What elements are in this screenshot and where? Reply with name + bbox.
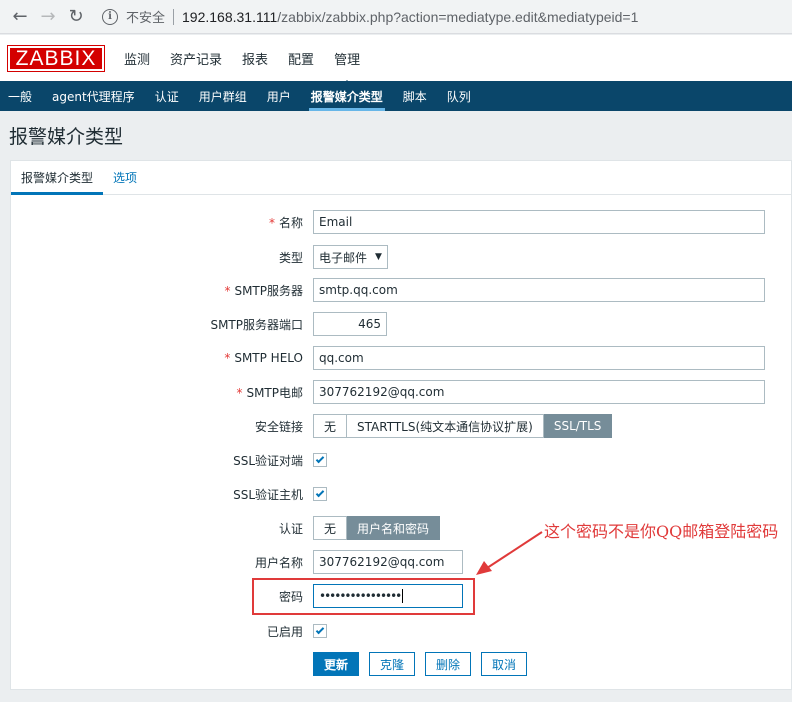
row-security: 安全链接 无 STARTTLS(纯文本通信协议扩展) SSL/TLS	[11, 414, 791, 438]
url-text[interactable]: 192.168.31.111/zabbix/zabbix.php?action=…	[182, 9, 638, 25]
smtp-helo-label-text: SMTP HELO	[234, 351, 303, 365]
type-select-value: 电子邮件	[319, 250, 368, 265]
submenu-proxies[interactable]: agent代理程序	[42, 81, 145, 111]
smtp-email-label: * SMTP电邮	[236, 384, 303, 401]
submenu-user-groups[interactable]: 用户群组	[189, 81, 257, 111]
sub-menu: 一般 agent代理程序 认证 用户群组 用户 报警媒介类型 脚本 队列	[0, 81, 792, 111]
insecure-label: 不安全	[126, 11, 166, 26]
menu-monitoring[interactable]: 监测	[124, 49, 150, 74]
row-type: 类型 电子邮件 ▼	[11, 245, 791, 269]
zabbix-logo[interactable]: ZABBIX	[7, 45, 105, 72]
password-highlight-box	[252, 578, 475, 615]
annotation-arrow-icon	[476, 531, 543, 575]
dropdown-arrow-icon: ▼	[375, 252, 382, 262]
security-label: 安全链接	[254, 419, 303, 434]
smtp-server-label-text: SMTP服务器	[234, 283, 303, 298]
name-label: * 名称	[269, 214, 303, 231]
smtp-helo-input[interactable]: qq.com	[313, 346, 765, 370]
username-label: 用户名称	[254, 555, 303, 570]
checkmark-icon	[315, 488, 325, 498]
smtp-email-input[interactable]: 307762192@qq.com	[313, 380, 765, 404]
name-input[interactable]: Email	[313, 210, 765, 234]
ssl-verify-host-label: SSL验证主机	[233, 487, 303, 502]
menu-administration[interactable]: 管理	[334, 49, 360, 86]
name-label-text: 名称	[278, 215, 303, 230]
submenu-scripts[interactable]: 脚本	[393, 81, 437, 111]
address-bar[interactable]: i 不安全 192.168.31.111/zabbix/zabbix.php?a…	[98, 2, 786, 31]
update-button[interactable]: 更新	[313, 652, 360, 676]
submenu-authentication[interactable]: 认证	[145, 81, 189, 111]
smtp-email-label-text: SMTP电邮	[246, 385, 303, 400]
ssl-verify-peer-label: SSL验证对端	[233, 453, 303, 468]
submenu-queue[interactable]: 队列	[437, 81, 481, 111]
row-smtp-server: * SMTP服务器 smtp.qq.com	[11, 278, 791, 302]
required-marker: *	[224, 351, 231, 365]
type-label: 类型	[278, 250, 303, 265]
row-smtp-email: * SMTP电邮 307762192@qq.com	[11, 380, 791, 404]
tab-options[interactable]: 选项	[103, 169, 147, 194]
row-enabled: 已启用	[11, 623, 791, 639]
auth-segmented-control: 无 用户名和密码	[313, 516, 441, 540]
type-select[interactable]: 电子邮件 ▼	[313, 245, 388, 269]
tab-media-type[interactable]: 报警媒介类型	[11, 169, 104, 195]
smtp-port-input[interactable]: 465	[313, 312, 387, 336]
required-marker: *	[224, 283, 231, 298]
forward-arrow-icon[interactable]: →	[34, 3, 62, 31]
annotation-text: 这个密码不是你QQ邮箱登陆密码	[544, 522, 779, 541]
zabbix-header: ZABBIX 监测 资产记录 报表 配置 管理	[0, 35, 792, 86]
smtp-server-input[interactable]: smtp.qq.com	[313, 278, 765, 302]
required-marker: *	[268, 215, 275, 230]
security-segmented-control: 无 STARTTLS(纯文本通信协议扩展) SSL/TLS	[313, 414, 613, 438]
auth-label: 认证	[278, 521, 303, 536]
ssl-verify-host-checkbox[interactable]	[313, 487, 327, 501]
row-name: * 名称 Email	[11, 210, 791, 234]
cancel-button[interactable]: 取消	[481, 652, 528, 676]
submenu-general[interactable]: 一般	[0, 81, 42, 111]
row-smtp-port: SMTP服务器端口 465	[11, 312, 791, 336]
main-menu: 监测 资产记录 报表 配置 管理	[124, 49, 380, 86]
back-arrow-icon[interactable]: ←	[6, 3, 34, 31]
smtp-port-label: SMTP服务器端口	[210, 317, 303, 332]
reload-icon[interactable]: ↻	[62, 3, 90, 31]
row-ssl-verify-peer: SSL验证对端	[11, 452, 791, 468]
url-path: /zabbix/zabbix.php?action=mediatype.edit…	[277, 8, 639, 25]
address-separator	[173, 8, 175, 25]
smtp-server-label: * SMTP服务器	[224, 282, 303, 299]
username-input[interactable]: 307762192@qq.com	[313, 550, 463, 574]
menu-reports[interactable]: 报表	[242, 49, 268, 74]
row-smtp-helo: * SMTP HELO qq.com	[11, 346, 791, 370]
menu-inventory[interactable]: 资产记录	[170, 49, 222, 74]
ssl-verify-peer-checkbox[interactable]	[313, 453, 327, 467]
required-marker: *	[236, 385, 243, 400]
auth-option-none[interactable]: 无	[313, 516, 348, 540]
enabled-label: 已启用	[266, 624, 303, 639]
row-ssl-verify-host: SSL验证主机	[11, 486, 791, 502]
browser-toolbar: ← → ↻ i 不安全 192.168.31.111/zabbix/zabbix…	[0, 0, 792, 34]
page-title: 报警媒介类型	[9, 126, 124, 148]
info-icon[interactable]: i	[102, 8, 118, 25]
menu-configuration[interactable]: 配置	[288, 49, 314, 74]
security-option-ssl-tls[interactable]: SSL/TLS	[543, 414, 613, 438]
url-host: 192.168.31.111	[182, 8, 278, 25]
tab-bar: 报警媒介类型 选项	[11, 161, 791, 195]
smtp-helo-label: * SMTP HELO	[224, 351, 303, 365]
row-username: 用户名称 307762192@qq.com	[11, 550, 791, 574]
checkmark-icon	[315, 625, 325, 635]
submenu-media-types[interactable]: 报警媒介类型	[301, 81, 393, 111]
submenu-users[interactable]: 用户	[257, 81, 301, 111]
checkmark-icon	[315, 454, 325, 464]
clone-button[interactable]: 克隆	[369, 652, 416, 676]
security-option-none[interactable]: 无	[313, 414, 348, 438]
auth-option-username-password[interactable]: 用户名和密码	[347, 516, 441, 540]
form-buttons: 更新 克隆 删除 取消	[313, 652, 537, 676]
delete-button[interactable]: 删除	[425, 652, 472, 676]
enabled-checkbox[interactable]	[313, 624, 327, 638]
security-option-starttls[interactable]: STARTTLS(纯文本通信协议扩展)	[347, 414, 544, 438]
